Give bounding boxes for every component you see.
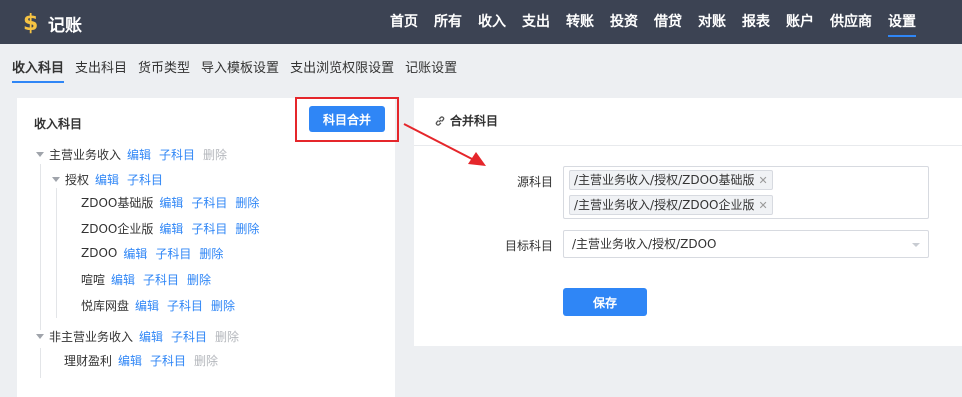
delete-link[interactable]: 删除	[187, 271, 211, 288]
edit-link[interactable]: 编辑	[139, 328, 163, 345]
node-label: ZDOO企业版	[81, 221, 154, 236]
add-child-link[interactable]: 子科目	[127, 171, 163, 188]
tab-expense-subjects[interactable]: 支出科目	[75, 61, 127, 83]
node-label: 授权	[65, 172, 90, 187]
dollar-icon: $	[23, 11, 38, 34]
nav-transfer[interactable]: 转账	[558, 0, 602, 44]
tree-node: ZDOO基础版 编辑 子科目 删除	[81, 193, 267, 211]
edit-link[interactable]: 编辑	[123, 245, 147, 262]
annotation-arrow	[403, 123, 486, 166]
tab-bookkeeping-settings[interactable]: 记账设置	[405, 61, 457, 83]
delete-link[interactable]: 删除	[199, 245, 223, 262]
add-child-link[interactable]: 子科目	[167, 297, 203, 314]
source-tag: /主营业务收入/授权/ZDOO企业版 ✕	[569, 195, 773, 215]
panel-title: 收入科目	[34, 117, 83, 131]
svg-text:$: $	[23, 11, 38, 34]
save-button[interactable]: 保存	[563, 288, 647, 316]
top-navbar: $ 记账 首页 所有 收入 支出 转账 投资 借贷 对账 报表 账户 供应商 设…	[0, 0, 962, 44]
nav-income[interactable]: 收入	[470, 0, 514, 44]
tree-guide-line	[40, 164, 41, 330]
edit-link[interactable]: 编辑	[111, 271, 135, 288]
caret-down-icon[interactable]	[36, 333, 44, 339]
app-title: 记账	[48, 16, 82, 36]
caret-down-icon[interactable]	[52, 176, 60, 182]
edit-link[interactable]: 编辑	[118, 352, 142, 369]
selected-value: /主营业务收入/授权/ZDOO	[572, 237, 717, 251]
settings-subnav: 收入科目 支出科目 货币类型 导入模板设置 支出浏览权限设置 记账设置	[0, 44, 962, 94]
nav-supplier[interactable]: 供应商	[822, 0, 880, 44]
main-nav: 首页 所有 收入 支出 转账 投资 借贷 对账 报表 账户 供应商 设置	[382, 0, 924, 44]
tag-label: /主营业务收入/授权/ZDOO企业版	[574, 198, 755, 212]
add-child-link[interactable]: 子科目	[150, 352, 186, 369]
delete-link: 删除	[215, 329, 240, 344]
caret-down-icon[interactable]	[36, 151, 44, 157]
tab-currency[interactable]: 货币类型	[138, 61, 190, 83]
nav-all[interactable]: 所有	[426, 0, 470, 44]
tree-node: 悦库网盘 编辑 子科目 删除	[81, 296, 243, 314]
panel-header: 合并科目	[414, 98, 962, 146]
tree-node: ZDOO企业版 编辑 子科目 删除	[81, 219, 267, 237]
subject-tree-panel: 收入科目 科目合并 主营业务收入 编辑 子科目 删除 授权 编辑 子科目 ZDO…	[17, 98, 395, 397]
nav-loan[interactable]: 借贷	[646, 0, 690, 44]
chevron-down-icon	[912, 243, 920, 247]
tree-node: 授权 编辑 子科目	[52, 170, 171, 188]
add-child-link[interactable]: 子科目	[191, 194, 227, 211]
target-subject-label: 目标科目	[504, 239, 553, 253]
tree-node: 喧喧 编辑 子科目 删除	[81, 270, 219, 288]
edit-link[interactable]: 编辑	[127, 146, 151, 163]
nav-invest[interactable]: 投资	[602, 0, 646, 44]
source-subject-label: 源科目	[516, 175, 553, 189]
delete-link[interactable]: 删除	[235, 220, 259, 237]
tab-import-template[interactable]: 导入模板设置	[201, 61, 279, 83]
annotation-highlight-box	[295, 97, 399, 142]
add-child-link[interactable]: 子科目	[155, 245, 191, 262]
node-label: ZDOO	[81, 246, 118, 260]
add-child-link[interactable]: 子科目	[143, 271, 179, 288]
tab-expense-permission[interactable]: 支出浏览权限设置	[290, 61, 394, 83]
tag-label: /主营业务收入/授权/ZDOO基础版	[574, 173, 755, 187]
add-child-link[interactable]: 子科目	[171, 328, 207, 345]
close-icon[interactable]: ✕	[758, 199, 767, 212]
nav-home[interactable]: 首页	[382, 0, 426, 44]
nav-settings[interactable]: 设置	[880, 0, 924, 44]
source-tag: /主营业务收入/授权/ZDOO基础版 ✕	[569, 170, 773, 190]
node-label: ZDOO基础版	[81, 195, 154, 210]
delete-link: 删除	[194, 353, 219, 368]
node-label: 主营业务收入	[49, 147, 122, 162]
add-child-link[interactable]: 子科目	[159, 146, 195, 163]
nav-expense[interactable]: 支出	[514, 0, 558, 44]
edit-link[interactable]: 编辑	[159, 194, 183, 211]
delete-link[interactable]: 删除	[211, 297, 235, 314]
node-label: 非主营业务收入	[49, 329, 134, 344]
source-subject-multiselect[interactable]: /主营业务收入/授权/ZDOO基础版 ✕ /主营业务收入/授权/ZDOO企业版 ✕	[563, 166, 929, 219]
edit-link[interactable]: 编辑	[95, 171, 119, 188]
tree-node: ZDOO 编辑 子科目 删除	[81, 244, 231, 262]
target-subject-select[interactable]: /主营业务收入/授权/ZDOO	[563, 230, 929, 258]
tree-node: 主营业务收入 编辑 子科目 删除	[36, 145, 235, 163]
close-icon[interactable]: ✕	[758, 174, 767, 187]
nav-reconcile[interactable]: 对账	[690, 0, 734, 44]
delete-link[interactable]: 删除	[235, 194, 259, 211]
node-label: 理财盈利	[64, 353, 113, 368]
merge-subjects-panel: 合并科目 源科目 /主营业务收入/授权/ZDOO基础版 ✕ /主营业务收入/授权/…	[414, 98, 962, 346]
tree-guide-line	[56, 188, 57, 318]
edit-link[interactable]: 编辑	[135, 297, 159, 314]
node-label: 喧喧	[81, 272, 106, 287]
tab-income-subjects[interactable]: 收入科目	[12, 61, 65, 83]
tree-guide-line	[40, 348, 41, 378]
edit-link[interactable]: 编辑	[159, 220, 183, 237]
delete-link: 删除	[203, 147, 228, 162]
add-child-link[interactable]: 子科目	[191, 220, 227, 237]
tree-node: 非主营业务收入 编辑 子科目 删除	[36, 327, 247, 345]
nav-account[interactable]: 账户	[778, 0, 822, 44]
tree-node: 理财盈利 编辑 子科目 删除	[64, 351, 226, 369]
node-label: 悦库网盘	[81, 298, 130, 313]
nav-report[interactable]: 报表	[734, 0, 778, 44]
